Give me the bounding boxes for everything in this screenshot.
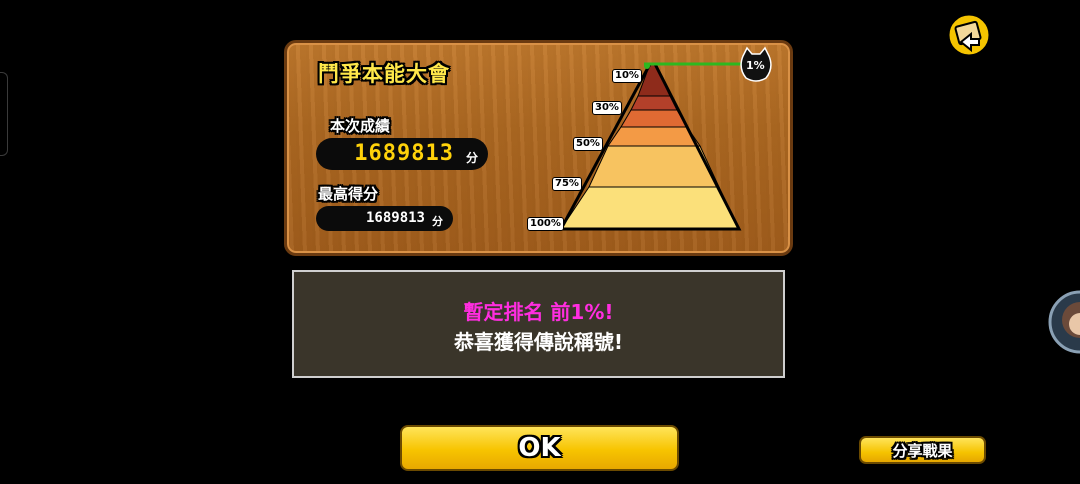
pyramid-tier-100 [560, 186, 740, 230]
tier-label-50: 50% [573, 137, 603, 151]
player-rank-badge: 1% [746, 59, 765, 72]
share-results-button[interactable]: 分享戰果 [859, 436, 986, 464]
current-score-label: 本次成績 [330, 117, 391, 135]
current-score-box: 1689813 分 [316, 138, 488, 170]
current-score-value: 1689813 [354, 141, 454, 166]
side-panel-tab[interactable] [0, 72, 8, 156]
event-title: 鬥爭本能大會 [318, 62, 450, 86]
rank-message: 暫定排名 前1%! [463, 300, 614, 324]
best-score-label: 最高得分 [318, 185, 379, 203]
rank-marker-dot [644, 63, 650, 69]
best-score-box: 1689813 分 [316, 206, 453, 231]
player-avatar[interactable] [1046, 290, 1080, 354]
rank-pyramid [558, 46, 772, 231]
title-congrats-message: 恭喜獲得傳說稱號! [453, 330, 624, 354]
tier-label-75: 75% [552, 177, 582, 191]
best-score-unit: 分 [432, 215, 443, 228]
ok-button[interactable]: OK [400, 425, 679, 471]
pyramid-tier-10 [630, 95, 678, 111]
avatar-icon [1048, 290, 1080, 354]
tier-label-10: 10% [612, 69, 642, 83]
tier-label-100: 100% [527, 217, 564, 231]
back-button[interactable] [945, 12, 993, 58]
pyramid-tier-50 [607, 126, 701, 147]
current-score-unit: 分 [465, 151, 478, 165]
tier-label-30: 30% [592, 101, 622, 115]
best-score-value: 1689813 [365, 210, 425, 226]
share-button-label: 分享戰果 [892, 441, 953, 460]
pyramid-tier-30 [620, 109, 688, 128]
back-arrow-icon [946, 12, 992, 58]
ok-button-label: OK [518, 433, 561, 463]
